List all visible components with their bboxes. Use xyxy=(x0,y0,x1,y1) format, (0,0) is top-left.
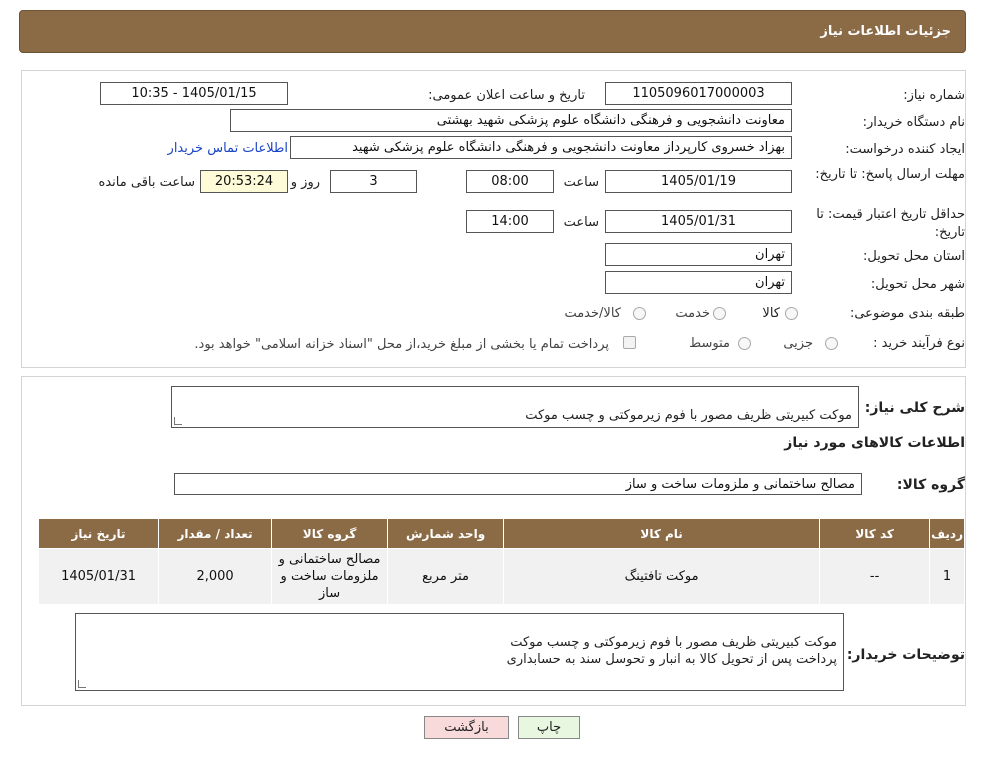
province-field: تهران xyxy=(605,243,792,266)
need-description-text: موکت کبیریتی ظریف مصور با فوم زیرموکتی و… xyxy=(525,408,852,423)
goods-table-header: ردیف کد کالا نام کالا واحد شمارش گروه کا… xyxy=(37,518,965,549)
deadline-time-label: ساعت xyxy=(563,175,599,190)
resize-handle-icon[interactable] xyxy=(78,680,86,688)
cell-name: موکت تافتینگ xyxy=(503,548,821,605)
deadline-label: مهلت ارسال پاسخ: تا تاریخ: xyxy=(815,167,965,182)
deadline-date-field: 1405/01/19 xyxy=(605,170,792,193)
col-name-header: نام کالا xyxy=(503,518,821,549)
category-option-goods: کالا xyxy=(762,306,780,321)
process-label: نوع فرآیند خرید : xyxy=(873,336,965,351)
city-field: تهران xyxy=(605,271,792,294)
city-label: شهر محل تحویل: xyxy=(870,277,965,292)
category-radio-goods-service[interactable] xyxy=(633,307,646,320)
goods-group-label: گروه کالا: xyxy=(896,477,965,493)
remaining-label: ساعت باقی مانده xyxy=(98,175,195,190)
col-unit-header: واحد شمارش xyxy=(387,518,505,549)
goods-table: ردیف کد کالا نام کالا واحد شمارش گروه کا… xyxy=(37,518,965,605)
category-radio-goods[interactable] xyxy=(785,307,798,320)
print-button[interactable]: چاپ xyxy=(518,716,580,739)
province-label: استان محل تحویل: xyxy=(863,249,965,264)
col-group-header: گروه کالا xyxy=(271,518,389,549)
goods-info-title: اطلاعات کالاهای مورد نیاز xyxy=(784,435,965,451)
category-option-service: خدمت xyxy=(675,306,710,321)
creator-label: ایجاد کننده درخواست: xyxy=(845,142,965,157)
buyer-notes-text: موکت کبیریتی ظریف مصور با فوم زیرموکتی و… xyxy=(506,635,837,667)
validity-time-label: ساعت xyxy=(563,215,599,230)
col-date-header: تاریخ نیاز xyxy=(37,518,160,549)
validity-label: حداقل تاریخ اعتبار قیمت: تا تاریخ: xyxy=(816,207,965,240)
category-radio-service[interactable] xyxy=(713,307,726,320)
cell-date: 1405/01/31 xyxy=(37,548,160,605)
days-label: روز و xyxy=(290,175,320,190)
cell-code: -- xyxy=(819,548,931,605)
category-label: طبقه بندی موضوعی: xyxy=(849,306,965,321)
buyer-org-field: معاونت دانشجویی و فرهنگی دانشگاه علوم پز… xyxy=(230,109,792,132)
treasury-checkbox[interactable] xyxy=(623,336,636,349)
col-row-header: ردیف xyxy=(929,518,965,549)
cell-unit: متر مربع xyxy=(387,548,505,605)
buyer-org-label: نام دستگاه خریدار: xyxy=(862,115,965,130)
col-code-header: کد کالا xyxy=(819,518,931,549)
need-description-field: موکت کبیریتی ظریف مصور با فوم زیرموکتی و… xyxy=(171,386,859,428)
col-quantity-header: تعداد / مقدار xyxy=(158,518,273,549)
validity-time-field: 14:00 xyxy=(466,210,554,233)
page-header: جزئیات اطلاعات نیاز xyxy=(19,10,966,53)
table-row: 1 -- موکت تافتینگ متر مربع مصالح ساختمان… xyxy=(37,548,965,605)
buyer-contact-link[interactable]: اطلاعات تماس خریدار xyxy=(168,141,288,156)
announce-field: 1405/01/15 - 10:35 xyxy=(100,82,288,105)
announce-label: تاریخ و ساعت اعلان عمومی: xyxy=(428,88,585,103)
buyer-notes-label: توضیحات خریدار: xyxy=(846,647,965,663)
buyer-notes-field: موکت کبیریتی ظریف مصور با فوم زیرموکتی و… xyxy=(75,613,844,691)
remaining-time-field: 20:53:24 xyxy=(200,170,288,193)
process-note: پرداخت تمام یا بخشی از مبلغ خرید،از محل … xyxy=(194,337,609,352)
category-option-goods-service: کالا/خدمت xyxy=(564,306,621,321)
process-radio-medium[interactable] xyxy=(738,337,751,350)
need-description-label: شرح کلی نیاز: xyxy=(864,400,965,416)
cell-group: مصالح ساختمانی و ملزومات ساخت و ساز xyxy=(271,548,389,605)
deadline-time-field: 08:00 xyxy=(466,170,554,193)
goods-group-field: مصالح ساختمانی و ملزومات ساخت و ساز xyxy=(174,473,862,495)
resize-handle-icon[interactable] xyxy=(174,417,182,425)
need-number-field: 1105096017000003 xyxy=(605,82,792,105)
need-number-label: شماره نیاز: xyxy=(903,88,965,103)
cell-row: 1 xyxy=(929,548,965,605)
process-option-medium: متوسط xyxy=(689,336,730,351)
process-radio-minor[interactable] xyxy=(825,337,838,350)
cell-quantity: 2,000 xyxy=(158,548,273,605)
process-option-minor: جزیی xyxy=(783,336,813,351)
back-button[interactable]: بازگشت xyxy=(424,716,509,739)
days-field: 3 xyxy=(330,170,417,193)
page-title: جزئیات اطلاعات نیاز xyxy=(820,24,951,39)
creator-field: بهزاد خسروی کارپرداز معاونت دانشجویی و ف… xyxy=(290,136,792,159)
validity-date-field: 1405/01/31 xyxy=(605,210,792,233)
